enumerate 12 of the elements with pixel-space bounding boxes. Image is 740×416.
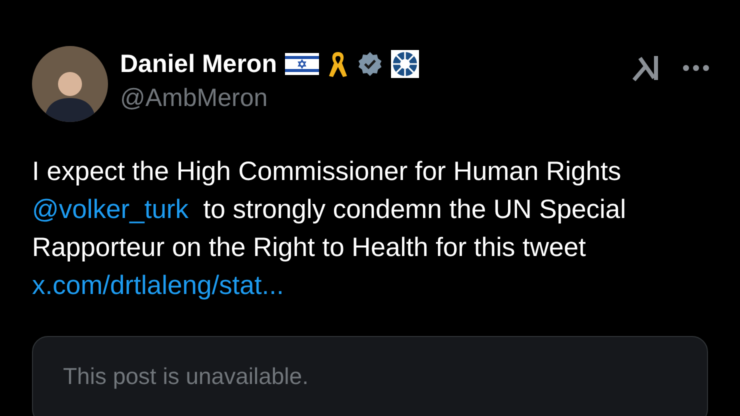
author-handle[interactable]: @AmbMeron — [120, 82, 419, 114]
post-text: I expect the High Commissioner for Human Rights @volker_turk to strongly condemn the UN Special Rapporteur on the Right to Health for this tweet x.com/drtlaleng/stat... — [32, 155, 627, 302]
author-name[interactable]: Daniel Meron — [120, 48, 277, 80]
unavailable-notice: This post is unavailable. — [63, 363, 308, 389]
url-link[interactable]: x.com/drtlaleng/stat... — [32, 270, 284, 300]
grok-logo-icon[interactable] — [632, 54, 660, 82]
more-options-icon[interactable] — [682, 64, 710, 72]
mention-link[interactable]: @volker_turk — [32, 194, 189, 224]
flag-icon — [284, 53, 319, 75]
verified-badge-icon — [356, 51, 383, 77]
ribbon-icon — [326, 50, 349, 78]
emblem-icon — [390, 50, 419, 78]
